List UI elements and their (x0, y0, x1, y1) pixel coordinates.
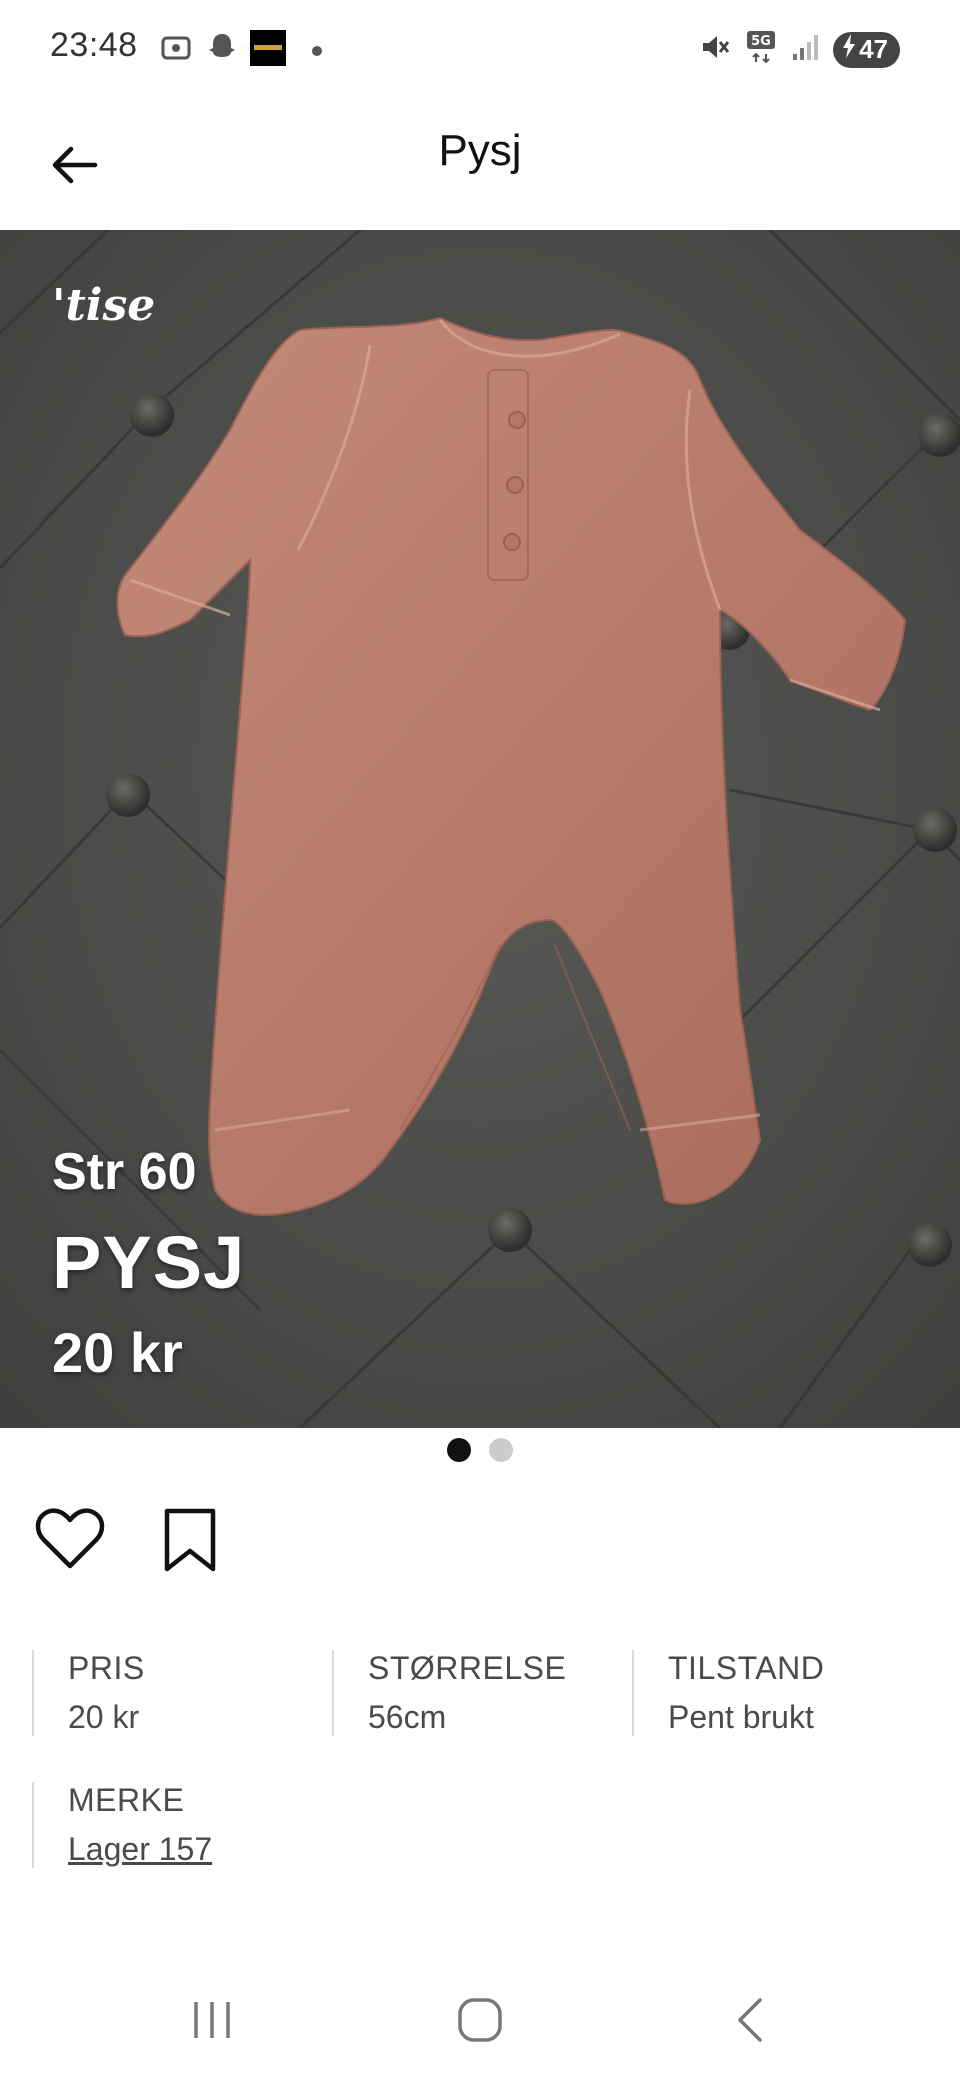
chevron-left-icon (738, 1998, 762, 2042)
overlay-name: PYSJ (52, 1221, 246, 1304)
detail-value: Pent brukt (668, 1699, 814, 1735)
page-title: Pysj (438, 126, 522, 175)
status-bar: 23:48 5G 47 (0, 0, 960, 100)
more-notifications-dot (312, 45, 322, 56)
status-notification-icons (160, 30, 322, 71)
svg-text:5G: 5G (751, 34, 771, 49)
detail-value: 56cm (368, 1699, 447, 1735)
save-button[interactable] (150, 1500, 230, 1580)
heart-icon (35, 1508, 105, 1569)
recent-apps-icon (194, 2002, 230, 2038)
detail-condition: TILSTAND Pent brukt (632, 1650, 932, 1736)
5g-icon: 5G (745, 30, 777, 69)
recent-apps-button[interactable] (172, 1980, 252, 2060)
product-image[interactable]: 'tise Str 60 PYSJ 20 kr (0, 230, 960, 1428)
mute-icon (699, 31, 731, 68)
details-row-2: MERKE Lager 157 (32, 1782, 932, 1868)
tise-logo: 'tise (52, 280, 156, 331)
detail-label: PRIS (68, 1650, 145, 1686)
image-pagination (0, 1438, 960, 1462)
charging-icon (841, 34, 857, 65)
like-button[interactable] (30, 1500, 110, 1580)
bookmark-icon (164, 1508, 216, 1572)
status-system-icons: 5G 47 (699, 30, 900, 69)
battery-indicator: 47 (833, 31, 900, 68)
battery-level: 47 (859, 34, 888, 64)
brand-link[interactable]: Lager 157 (68, 1831, 352, 1868)
snapchat-icon (206, 31, 238, 70)
detail-value: 20 kr (68, 1699, 140, 1735)
status-time: 23:48 (50, 26, 138, 64)
screenshot-icon (160, 31, 194, 70)
overlay-price: 20 kr (52, 1321, 183, 1384)
app-thumbnail-icon (250, 30, 286, 71)
detail-size: STØRRELSE 56cm (332, 1650, 632, 1736)
overlay-size: Str 60 (52, 1143, 197, 1201)
home-icon (458, 1998, 502, 2042)
signal-icon (791, 32, 819, 67)
detail-price: PRIS 20 kr (32, 1650, 332, 1736)
detail-label: TILSTAND (668, 1650, 825, 1686)
app-bar: Pysj (0, 100, 960, 230)
detail-label: MERKE (68, 1782, 185, 1818)
system-nav-bar (0, 1950, 960, 2080)
details-row-1: PRIS 20 kr STØRRELSE 56cm TILSTAND Pent … (32, 1650, 932, 1736)
page-dot-2[interactable] (489, 1438, 513, 1462)
product-actions (30, 1500, 230, 1580)
page-dot-1[interactable] (447, 1438, 471, 1462)
detail-label: STØRRELSE (368, 1650, 567, 1686)
product-details: PRIS 20 kr STØRRELSE 56cm TILSTAND Pent … (32, 1650, 932, 1914)
detail-brand: MERKE Lager 157 (32, 1782, 352, 1868)
home-button[interactable] (440, 1980, 520, 2060)
system-back-button[interactable] (710, 1980, 790, 2060)
